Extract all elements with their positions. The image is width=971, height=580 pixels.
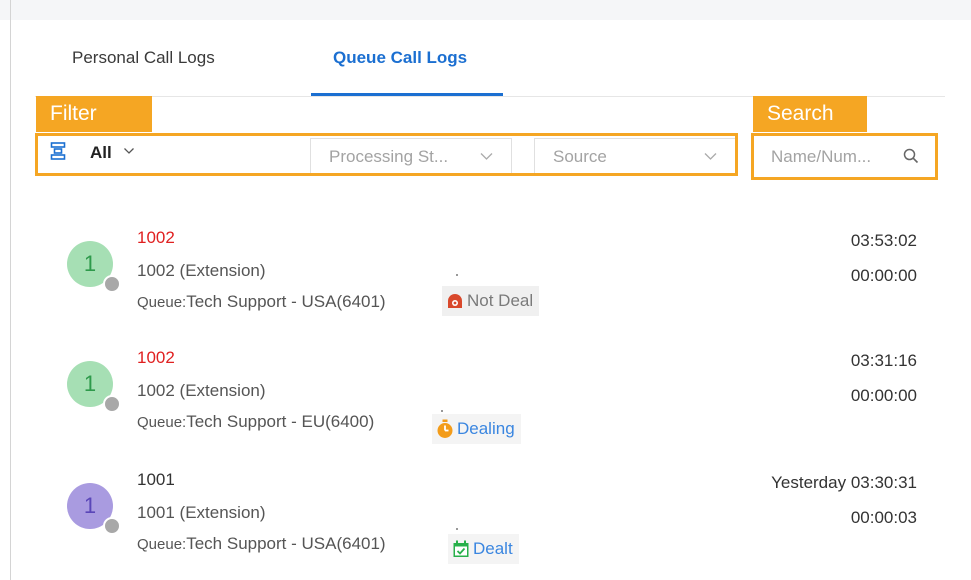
caller-number: 1002 bbox=[137, 348, 175, 367]
call-time: Yesterday 03:30:31 bbox=[771, 473, 917, 492]
tick-mark bbox=[456, 274, 458, 276]
call-duration: 00:00:03 bbox=[850, 508, 917, 527]
call-time: 03:53:02 bbox=[850, 231, 917, 250]
avatar-initial: 1 bbox=[83, 493, 97, 518]
tick-mark bbox=[456, 528, 458, 530]
call-log-row[interactable]: 1 1002 1002 (Extension) Queue:Tech Suppo… bbox=[35, 348, 940, 458]
queue-name: Tech Support - EU(6400) bbox=[186, 412, 375, 431]
queue-label: Queue: bbox=[137, 294, 187, 311]
status-text: Dealing bbox=[457, 419, 515, 438]
queue-name: Tech Support - USA(6401) bbox=[186, 292, 386, 311]
filter-annotation-label: Filter bbox=[36, 96, 152, 132]
queue-info: Queue:Tech Support - EU(6400) bbox=[137, 412, 374, 432]
queue-label: Queue: bbox=[137, 536, 187, 553]
call-duration: 00:00:00 bbox=[850, 266, 917, 285]
caller-extension: 1002 (Extension) bbox=[137, 261, 266, 280]
user-icon bbox=[103, 395, 121, 413]
queue-label: Queue: bbox=[137, 414, 187, 431]
call-time: 03:31:16 bbox=[850, 351, 917, 370]
queue-name: Tech Support - USA(6401) bbox=[186, 534, 386, 553]
caller-extension: 1001 (Extension) bbox=[137, 503, 266, 522]
call-log-row[interactable]: 1 1002 1002 (Extension) Queue:Tech Suppo… bbox=[35, 228, 940, 338]
user-icon bbox=[103, 275, 121, 293]
status-badge: Not Deal bbox=[442, 286, 540, 316]
user-icon bbox=[103, 517, 121, 535]
status-badge: Dealing bbox=[432, 414, 521, 444]
filter-highlight-box bbox=[35, 133, 738, 176]
call-duration: 00:00:00 bbox=[850, 386, 917, 405]
call-log-row[interactable]: 1 1001 1001 (Extension) Queue:Tech Suppo… bbox=[35, 470, 940, 580]
status-badge: Dealt bbox=[448, 534, 519, 564]
queue-info: Queue:Tech Support - USA(6401) bbox=[137, 534, 386, 554]
not-deal-icon bbox=[448, 294, 462, 308]
search-annotation-label: Search bbox=[753, 96, 867, 132]
caller-number: 1002 bbox=[137, 228, 175, 247]
status-text: Dealt bbox=[473, 539, 513, 558]
avatar: 1 bbox=[67, 483, 121, 535]
top-strip bbox=[0, 0, 971, 20]
stopwatch-icon bbox=[437, 419, 453, 438]
tab-queue-call-logs[interactable]: Queue Call Logs bbox=[333, 48, 467, 68]
avatar-initial: 1 bbox=[83, 371, 97, 396]
caller-number: 1001 bbox=[137, 470, 175, 489]
tick-mark bbox=[441, 410, 443, 412]
tab-personal-call-logs[interactable]: Personal Call Logs bbox=[72, 48, 215, 68]
avatar: 1 bbox=[67, 241, 121, 293]
search-highlight-box bbox=[751, 133, 938, 180]
caller-extension: 1002 (Extension) bbox=[137, 381, 266, 400]
status-text: Not Deal bbox=[467, 291, 534, 310]
avatar-initial: 1 bbox=[83, 251, 97, 276]
avatar: 1 bbox=[67, 361, 121, 413]
queue-info: Queue:Tech Support - USA(6401) bbox=[137, 292, 386, 312]
calendar-check-icon bbox=[453, 540, 469, 557]
